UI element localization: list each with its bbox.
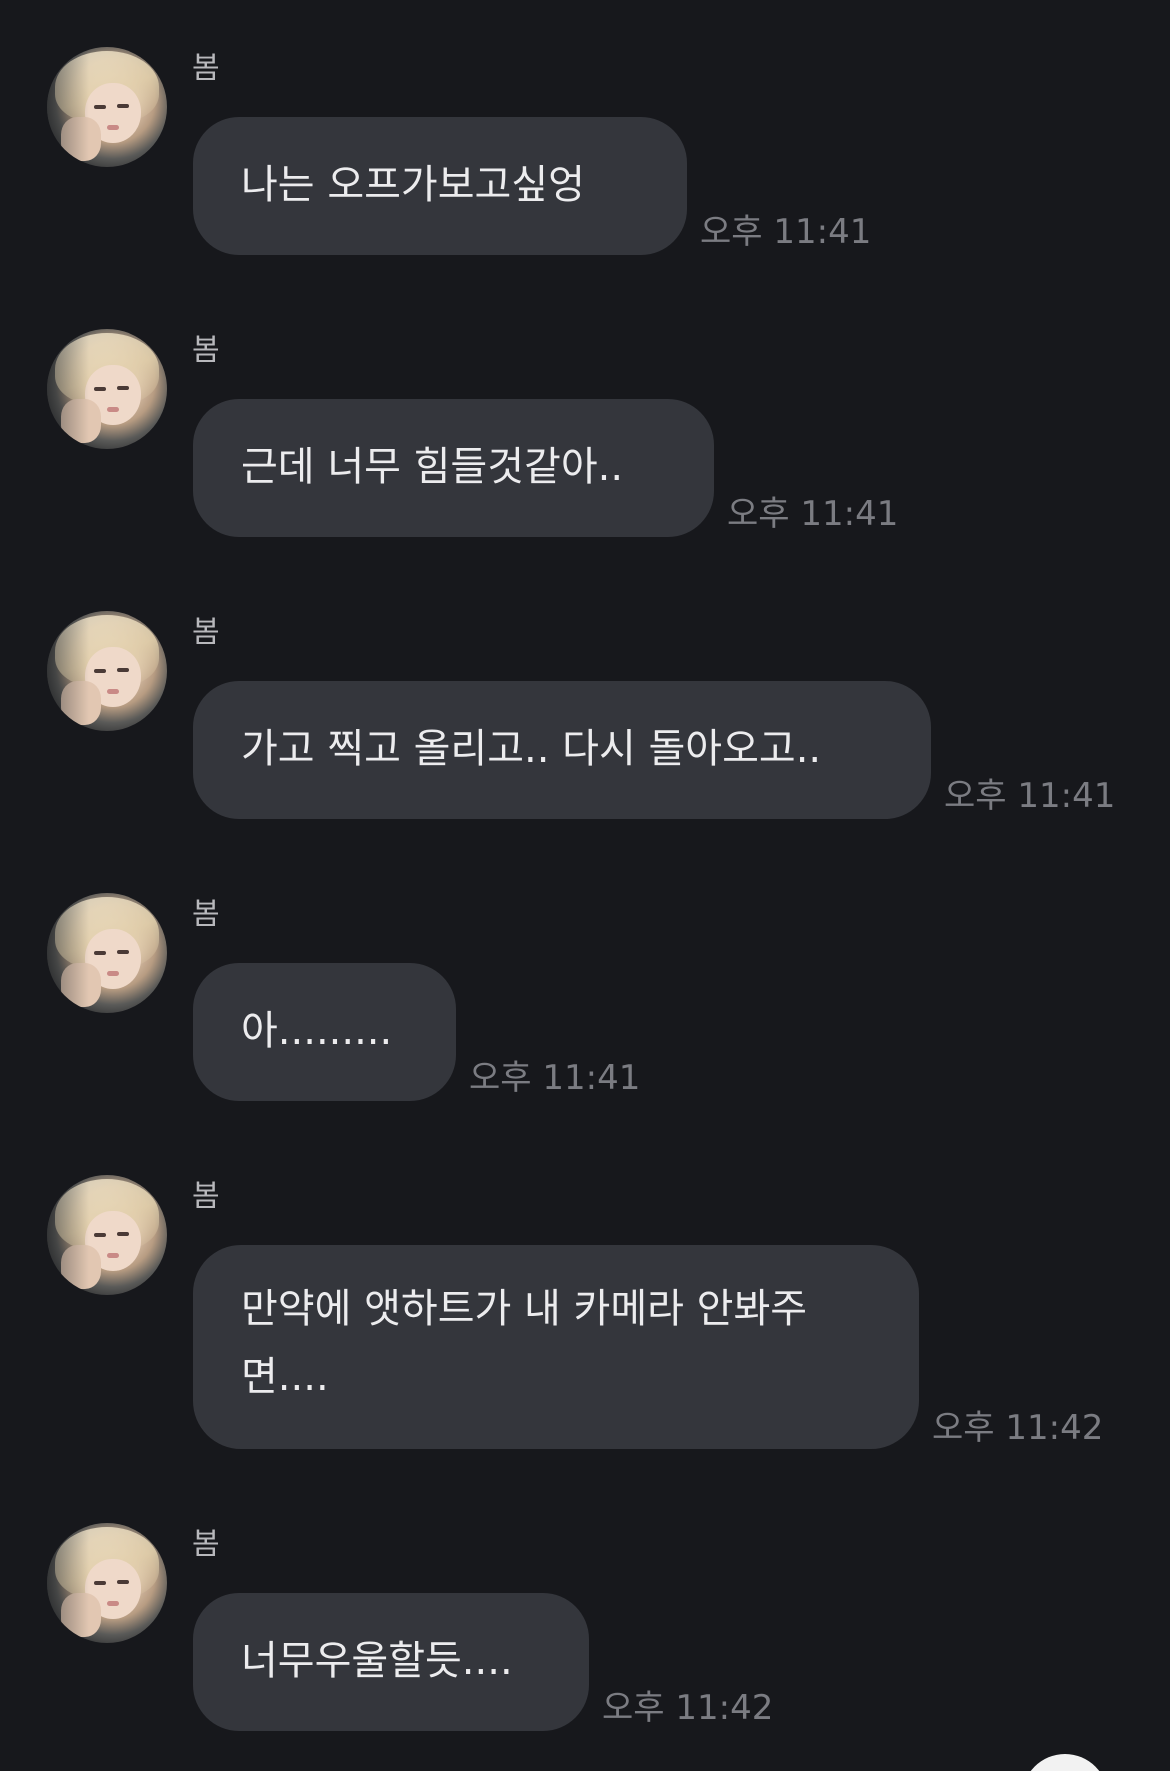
avatar[interactable] — [47, 47, 167, 167]
message-time: 오후 11:41 — [700, 212, 872, 252]
avatar[interactable] — [47, 1523, 167, 1643]
sender-name: 봄 — [192, 615, 220, 650]
avatar[interactable] — [47, 329, 167, 449]
sender-name: 봄 — [192, 1179, 220, 1214]
sender-name: 봄 — [192, 1527, 220, 1562]
avatar[interactable] — [47, 893, 167, 1013]
avatar[interactable] — [47, 1175, 167, 1295]
message-time: 오후 11:41 — [727, 494, 899, 534]
message-time: 오후 11:42 — [932, 1408, 1104, 1448]
message-bubble[interactable]: 근데 너무 힘들것같아.. — [193, 399, 714, 537]
message-time: 오후 11:42 — [602, 1688, 774, 1728]
message-bubble[interactable]: 나는 오프가보고싶엉 — [193, 117, 687, 255]
sender-name: 봄 — [192, 333, 220, 368]
message-line: 면.... — [241, 1354, 329, 1400]
chat-message-list[interactable]: 봄 나는 오프가보고싶엉 오후 11:41 봄 근데 너무 힘들것같아.. 오후… — [0, 0, 1170, 1771]
message-line: 만약에 앳하트가 내 카메라 안봐주 — [241, 1286, 808, 1332]
message-bubble[interactable]: 만약에 앳하트가 내 카메라 안봐주 면.... — [193, 1245, 919, 1449]
sender-name: 봄 — [192, 51, 220, 86]
message-time: 오후 11:41 — [469, 1058, 641, 1098]
message-bubble[interactable]: 아......... — [193, 963, 456, 1101]
message-bubble[interactable]: 가고 찍고 올리고.. 다시 돌아오고.. — [193, 681, 931, 819]
scroll-to-bottom-button[interactable] — [1022, 1754, 1108, 1771]
message-time: 오후 11:41 — [944, 776, 1116, 816]
avatar[interactable] — [47, 611, 167, 731]
sender-name: 봄 — [192, 897, 220, 932]
message-bubble[interactable]: 너무우울할듯.... — [193, 1593, 589, 1731]
